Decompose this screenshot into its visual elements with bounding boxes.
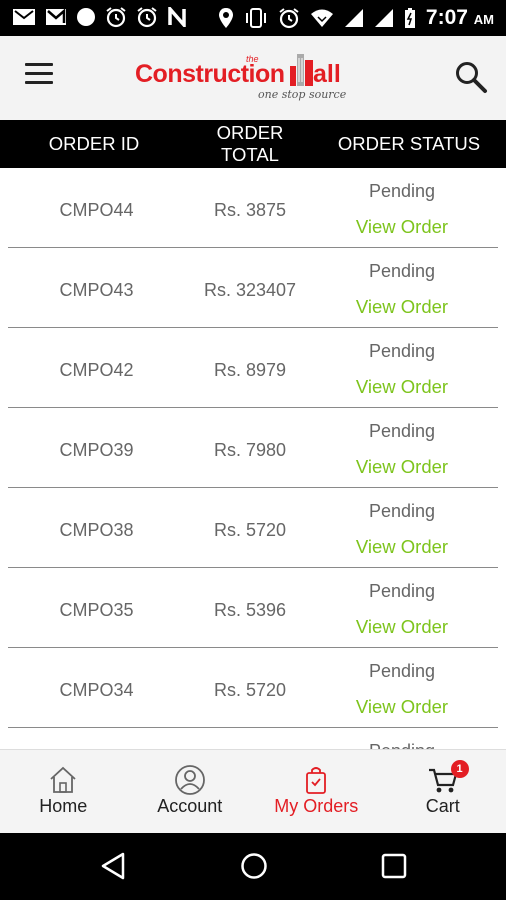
search-icon — [456, 62, 487, 93]
menu-icon-bar — [25, 72, 53, 75]
order-row: CMPO35 Rs. 5396 Pending View Order — [0, 568, 506, 648]
view-order-link[interactable]: View Order — [302, 616, 502, 638]
gmail-icon — [46, 8, 66, 25]
order-status: Pending — [368, 661, 436, 681]
buildings-logo-icon — [290, 54, 313, 86]
n-icon — [168, 7, 186, 27]
home-icon — [50, 766, 76, 793]
order-row: Pending — [0, 728, 506, 749]
location-icon — [218, 8, 233, 28]
clock: 7:07 AM — [426, 6, 494, 30]
nav-my-orders-label: My Orders — [274, 796, 359, 816]
order-status: Pending — [368, 421, 436, 441]
menu-icon-bar — [25, 81, 53, 84]
orders-bag-icon — [306, 767, 327, 794]
logo-the: the — [246, 54, 259, 64]
bottom-navigation: Home Account My Orders 1 Cart — [0, 749, 506, 834]
dot-icon — [77, 8, 95, 26]
status-bar: 7:07 AM — [0, 0, 506, 36]
vibrate-icon — [245, 8, 266, 28]
logo-tagline: one stop source — [258, 88, 347, 101]
clock-time: 7:07 — [425, 6, 468, 29]
order-row: CMPO39 Rs. 7980 Pending View Order — [0, 408, 506, 488]
battery-icon — [404, 8, 415, 28]
orders-table-header: ORDER ID ORDER TOTAL ORDER STATUS — [0, 120, 506, 168]
logo-text: Construction — [135, 60, 285, 88]
nav-cart[interactable]: 1 Cart — [380, 750, 506, 834]
back-icon[interactable] — [100, 851, 126, 881]
order-row: CMPO38 Rs. 5720 Pending View Order — [0, 488, 506, 568]
column-header-order-status: ORDER STATUS — [337, 133, 481, 154]
view-order-link[interactable]: View Order — [302, 696, 502, 718]
order-status: Pending — [302, 741, 502, 749]
nav-my-orders[interactable]: My Orders — [253, 750, 380, 834]
view-order-link[interactable]: View Order — [302, 216, 502, 238]
order-status: Pending — [368, 501, 436, 521]
alarm-icon — [137, 7, 157, 28]
signal-icon — [374, 9, 393, 27]
account-icon — [174, 765, 205, 795]
signal-icon — [344, 9, 363, 27]
mail-icon — [13, 9, 35, 25]
alarm-icon — [279, 8, 299, 29]
order-row: CMPO43 Rs. 323407 Pending View Order — [0, 248, 506, 328]
home-circle-icon[interactable] — [240, 852, 268, 880]
clock-ampm: AM — [473, 12, 494, 27]
nav-account[interactable]: Account — [127, 750, 254, 834]
order-status: Pending — [368, 581, 436, 601]
order-status: Pending — [368, 341, 436, 361]
app-header: Construction the all one stop source — [0, 36, 506, 120]
order-row: CMPO44 Rs. 3875 Pending View Order — [0, 168, 506, 248]
orders-list[interactable]: CMPO44 Rs. 3875 Pending View Order CMPO4… — [0, 168, 506, 749]
nav-home-label: Home — [39, 796, 88, 816]
logo-all: all — [313, 60, 341, 88]
order-row: CMPO42 Rs. 8979 Pending View Order — [0, 328, 506, 408]
view-order-link[interactable]: View Order — [302, 296, 502, 318]
system-icons: 7:07 AM — [218, 6, 494, 30]
notification-icons — [12, 6, 187, 28]
order-status: Pending — [368, 181, 436, 201]
search-button[interactable] — [454, 60, 488, 94]
wifi-icon — [310, 9, 333, 27]
recent-apps-icon[interactable] — [381, 853, 407, 879]
nav-cart-label: Cart — [425, 796, 460, 816]
order-status: Pending — [368, 261, 436, 281]
column-header-order-total: ORDER TOTAL — [216, 122, 284, 165]
logo[interactable]: Construction the all one stop source — [132, 50, 354, 108]
nav-account-label: Account — [157, 796, 223, 816]
column-header-order-id: ORDER ID — [48, 133, 140, 154]
view-order-link[interactable]: View Order — [302, 376, 502, 398]
order-row: CMPO34 Rs. 5720 Pending View Order — [0, 648, 506, 728]
view-order-link[interactable]: View Order — [302, 456, 502, 478]
cart-badge: 1 — [450, 760, 469, 778]
menu-icon-bar — [25, 63, 53, 66]
nav-home[interactable]: Home — [0, 750, 127, 834]
view-order-link[interactable]: View Order — [302, 536, 502, 558]
menu-button[interactable] — [25, 63, 53, 85]
system-navigation-bar — [0, 833, 506, 900]
alarm-icon — [106, 7, 126, 28]
